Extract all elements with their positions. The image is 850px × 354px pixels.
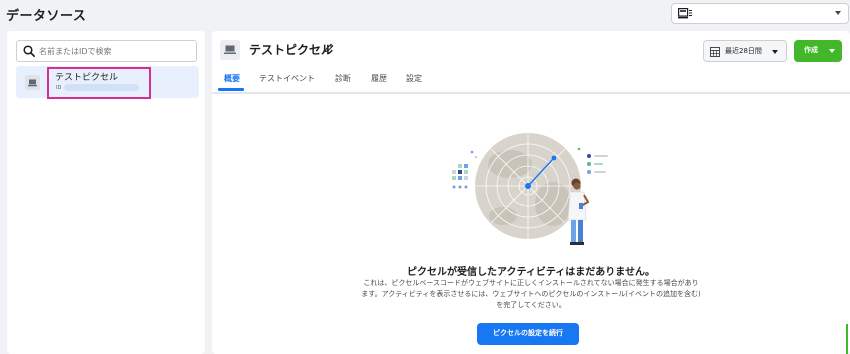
laptop-icon [224,45,236,54]
pixel-list-panel: テストピクセル ID [7,31,205,354]
search-input[interactable] [39,43,194,59]
pixel-avatar [220,40,240,60]
pixel-id-redacted [64,84,139,91]
top-bar: データソース [0,0,850,28]
continue-setup-label: ピクセルの設定を続行 [493,329,563,337]
pixel-name: テストピクセル [55,73,119,83]
continue-setup-button[interactable]: ピクセルの設定を続行 [477,323,579,345]
create-button[interactable]: 作成 [794,40,842,62]
empty-state-description: これは、ピクセルベースコードがウェブサイトに正しくインストールされてない場合に発… [361,279,701,309]
date-range-dropdown[interactable]: 最近28日間 [703,40,787,62]
pixel-list-item[interactable]: テストピクセル ID [16,66,199,99]
date-range-label: 最近28日間 [725,47,762,55]
edge-accent [846,324,848,354]
chevron-down-icon [829,49,835,53]
pixel-detail-panel: テストピクセル 最近28日間 作成 概要 テストイベント 診断 履歴 設定 ピク… [212,31,850,354]
tab-overview[interactable]: 概要 [224,73,240,84]
laptop-icon [25,75,40,90]
pixel-id-label: ID [56,85,62,91]
account-card-icon [678,8,692,19]
search-icon [23,45,35,57]
chevron-down-icon [772,50,778,54]
create-button-label: 作成 [804,46,818,54]
chevron-down-icon [835,11,841,15]
pencil-icon[interactable] [324,43,334,53]
tab-diagnostics[interactable]: 診断 [335,73,351,84]
radar-scanner-illustration [452,133,608,245]
pixel-title: テストピクセル [249,43,334,57]
active-tab-indicator [218,88,244,91]
page-title: データソース [6,9,87,24]
calendar-icon [710,47,720,57]
tab-settings[interactable]: 設定 [406,73,422,84]
tab-test-events[interactable]: テストイベント [259,73,315,84]
search-box[interactable] [16,40,197,62]
empty-state-title: ピクセルが受信したアクティビティはまだありません。 [407,267,655,278]
tab-history[interactable]: 履歴 [371,73,387,84]
header-divider [212,92,850,94]
account-selector[interactable] [671,3,849,24]
